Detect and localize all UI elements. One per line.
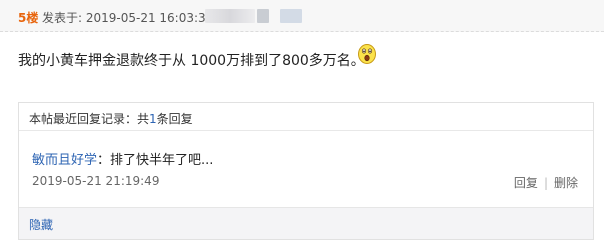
post-header: 5楼 发表于: 2019-05-21 16:03:31 ›: [0, 0, 604, 32]
post-meta: 发表于: 2019-05-21 16:03:31 ›: [42, 9, 222, 26]
post-content: 我的小黄车押金退款终于从 1000万排到了800多万名。: [18, 53, 365, 69]
recent-replies-box: 本帖最近回复记录：共1条回复 敏而且好学：排了快半年了吧... 2019-05-…: [18, 102, 594, 240]
reply-button[interactable]: 回复: [514, 176, 538, 190]
reply-item: 敏而且好学：排了快半年了吧... 2019-05-21 21:19:49 回复 |…: [32, 149, 583, 190]
redacted-level: [280, 9, 302, 23]
reply-actions: 回复 | 删除: [514, 174, 578, 191]
reply-count: 1: [149, 112, 157, 126]
post-date: 发表于: 2019-05-21 16:03:31: [42, 11, 214, 25]
redacted-username: [205, 9, 255, 23]
replies-header-suffix: 条回复: [156, 112, 193, 126]
surprised-face-icon: [358, 44, 376, 64]
reply-timestamp: 2019-05-21 21:19:49: [32, 174, 160, 188]
reply-username-link[interactable]: 敏而且好学: [32, 153, 97, 168]
action-separator: |: [543, 176, 548, 190]
floor-number: 5楼: [18, 11, 39, 25]
delete-button[interactable]: 删除: [554, 176, 578, 190]
reply-text: ：排了快半年了吧...: [97, 153, 214, 168]
recent-replies-header: 本帖最近回复记录：共1条回复: [19, 103, 593, 131]
replies-header-prefix: 本帖最近回复记录：共: [29, 112, 150, 126]
redacted-badge: [257, 9, 269, 23]
hide-link[interactable]: 隐藏: [29, 218, 53, 232]
hide-bar: 隐藏: [19, 207, 593, 239]
